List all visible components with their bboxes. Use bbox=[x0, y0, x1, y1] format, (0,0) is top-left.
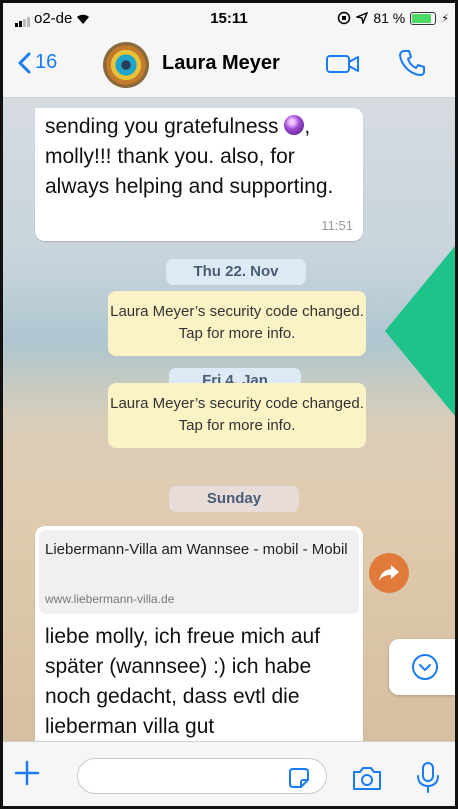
crystal-ball-icon bbox=[284, 115, 305, 135]
charging-icon: ⚡ bbox=[441, 12, 449, 25]
scroll-down-button[interactable] bbox=[389, 639, 455, 695]
phone-screen: o2-de 15:11 81 % ⚡ 16 Laura Meyer sendin… bbox=[3, 3, 455, 806]
security-notice[interactable]: Laura Meyer’s security code changed. Tap… bbox=[108, 291, 366, 356]
microphone-icon bbox=[417, 762, 439, 793]
camera-button[interactable] bbox=[351, 764, 383, 797]
video-call-button[interactable] bbox=[325, 53, 361, 80]
unread-count: 16 bbox=[35, 51, 58, 73]
date-separator: Sunday bbox=[169, 486, 299, 512]
link-domain: www.liebermann-villa.de bbox=[45, 592, 175, 606]
chevron-down-circle-icon bbox=[412, 654, 438, 680]
date-separator: Thu 22. Nov bbox=[166, 259, 306, 285]
chat-header: 16 Laura Meyer bbox=[3, 33, 455, 98]
back-button[interactable]: 16 bbox=[17, 51, 57, 74]
sticker-button[interactable] bbox=[287, 766, 311, 795]
camera-icon bbox=[353, 767, 381, 790]
incoming-message[interactable]: Liebermann-Villa am Wannsee - mobil - Mo… bbox=[35, 526, 363, 741]
incoming-message[interactable]: sending you gratefulness , molly!!! than… bbox=[35, 108, 363, 241]
contact-name[interactable]: Laura Meyer bbox=[162, 52, 280, 75]
battery-percent: 81 % bbox=[373, 10, 406, 26]
voice-call-button[interactable] bbox=[397, 48, 427, 83]
video-call-icon bbox=[326, 55, 359, 73]
message-time: 11:51 bbox=[321, 218, 353, 233]
status-bar: o2-de 15:11 81 % ⚡ bbox=[3, 3, 455, 33]
chat-area[interactable]: sending you gratefulness , molly!!! than… bbox=[3, 98, 455, 741]
green-arrow-overlay bbox=[385, 246, 455, 416]
status-right: 81 % ⚡ bbox=[337, 10, 449, 26]
voice-message-button[interactable] bbox=[415, 761, 441, 800]
battery-icon bbox=[410, 11, 437, 25]
phone-icon bbox=[399, 50, 425, 76]
link-preview[interactable]: Liebermann-Villa am Wannsee - mobil - Mo… bbox=[39, 530, 359, 614]
message-text: liebe molly, ich freue mich auf später (… bbox=[45, 625, 321, 738]
forward-arrow-icon bbox=[379, 565, 399, 581]
message-text: sending you gratefulness , molly!!! than… bbox=[45, 115, 334, 198]
message-composer bbox=[3, 741, 455, 806]
back-chevron-icon bbox=[18, 52, 31, 73]
sticker-icon bbox=[289, 768, 309, 788]
avatar[interactable] bbox=[103, 42, 149, 88]
attach-button[interactable] bbox=[11, 757, 43, 794]
location-icon bbox=[356, 12, 369, 24]
orientation-lock-icon bbox=[338, 11, 351, 25]
security-notice[interactable]: Laura Meyer’s security code changed. Tap… bbox=[108, 383, 366, 448]
forward-button[interactable] bbox=[369, 553, 409, 593]
link-title: Liebermann-Villa am Wannsee - mobil - Mo… bbox=[45, 541, 348, 558]
plus-icon bbox=[14, 760, 40, 786]
